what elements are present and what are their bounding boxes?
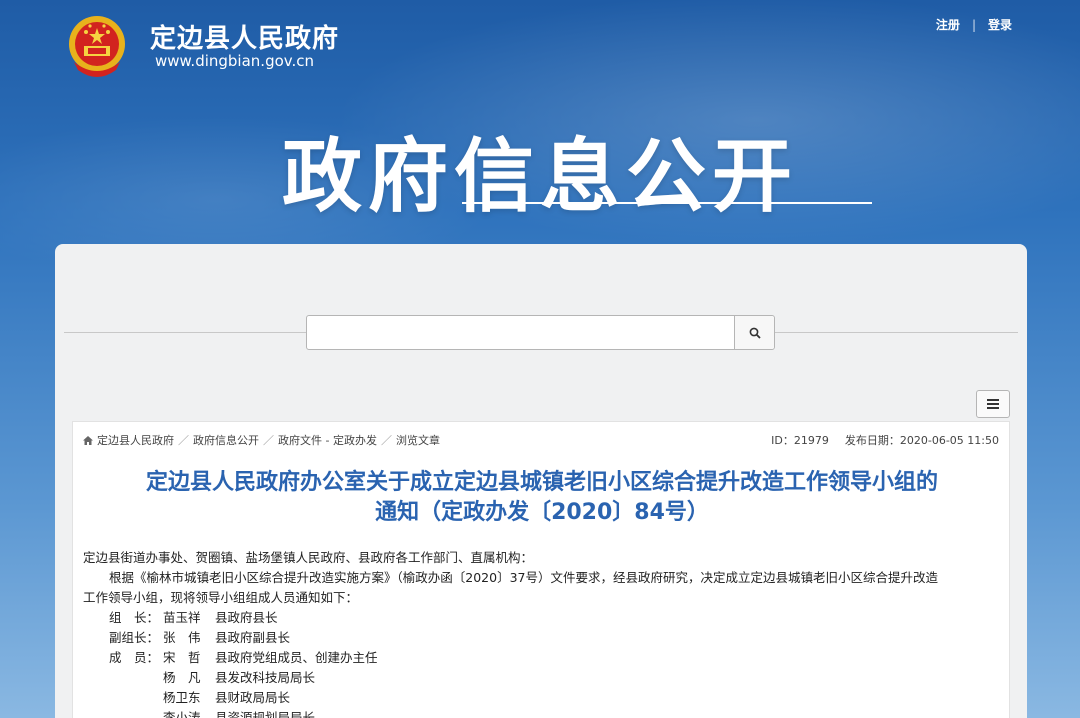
article-body: 定边县街道办事处、贺圈镇、盐场堡镇人民政府、县政府各工作部门、直属机构： 根据《… — [83, 548, 1003, 718]
member-title: 县政府副县长 — [215, 630, 291, 645]
article-id: ID：21979 — [771, 434, 829, 447]
breadcrumb-item-docs[interactable]: 政府文件 - 定政办发 — [278, 432, 377, 448]
member-name: 张 伟 — [163, 630, 201, 645]
member-title: 县发改科技局局长 — [215, 670, 316, 685]
breadcrumb-item-home[interactable]: 定边县人民政府 — [97, 432, 174, 448]
banner-underline — [462, 202, 872, 204]
member-name: 杨卫东 — [163, 690, 201, 705]
breadcrumb-item-info[interactable]: 政府信息公开 — [193, 432, 259, 448]
member-role — [83, 688, 163, 708]
member-role — [83, 708, 163, 718]
menu-button[interactable] — [976, 390, 1010, 418]
home-icon — [83, 435, 93, 445]
register-link[interactable]: 注册 — [936, 16, 960, 33]
member-row: 杨卫东 县财政局局长 — [83, 688, 1003, 708]
content-panel: 定边县人民政府 ／ 政府信息公开 ／ 政府文件 - 定政办发 ／ 浏览文章 ID… — [55, 244, 1027, 718]
auth-separator: | — [971, 17, 976, 32]
site-name[interactable]: 定边县人民政府 — [150, 18, 339, 55]
site-header: 定边县人民政府 www.dingbian.gov.cn 注册 | 登录 政府信息… — [0, 0, 1080, 240]
member-row: 李小涛 县资源规划局局长 — [83, 708, 1003, 718]
article-title-line1: 定边县人民政府办公室关于成立定边县城镇老旧小区综合提升改造工作领导小组的 — [145, 470, 938, 495]
breadcrumb: 定边县人民政府 ／ 政府信息公开 ／ 政府文件 - 定政办发 ／ 浏览文章 — [83, 432, 440, 448]
member-role: 组 长： — [109, 610, 160, 625]
member-name: 宋 哲 — [163, 650, 201, 665]
article-meta: ID：21979 发布日期：2020-06-05 11:50 — [771, 432, 999, 448]
search-icon — [749, 327, 761, 339]
publish-date: 发布日期：2020-06-05 11:50 — [844, 434, 999, 447]
member-title: 县财政局局长 — [215, 690, 291, 705]
breadcrumb-separator: ／ — [263, 434, 274, 447]
breadcrumb-item-current: 浏览文章 — [395, 434, 440, 447]
login-link[interactable]: 登录 — [988, 16, 1012, 33]
addressee: 定边县街道办事处、贺圈镇、盐场堡镇人民政府、县政府各工作部门、直属机构： — [83, 550, 534, 565]
search-button[interactable] — [734, 316, 774, 349]
member-row: 杨 凡 县发改科技局局长 — [83, 668, 1003, 688]
member-title: 县政府党组成员、创建办主任 — [215, 650, 378, 665]
auth-links: 注册 | 登录 — [936, 16, 1012, 33]
article-title-line2: 通知（定政办发〔2020〕84号） — [375, 500, 709, 525]
member-role — [83, 668, 163, 688]
article-container: 定边县人民政府 ／ 政府信息公开 ／ 政府文件 - 定政办发 ／ 浏览文章 ID… — [72, 421, 1010, 718]
member-name: 苗玉祥 — [163, 610, 201, 625]
search-bar — [306, 315, 775, 350]
paragraph: 根据《榆林市城镇老旧小区综合提升改造实施方案》（榆政办函〔2020〕37号）文件… — [109, 570, 938, 585]
breadcrumb-separator: ／ — [380, 434, 392, 447]
site-url: www.dingbian.gov.cn — [155, 52, 315, 70]
national-emblem-icon[interactable] — [66, 14, 128, 78]
paragraph-continued: 工作领导小组，现将领导小组组成人员通知如下： — [83, 590, 359, 605]
member-role: 成 员： — [109, 650, 160, 665]
article-title: 定边县人民政府办公室关于成立定边县城镇老旧小区综合提升改造工作领导小组的 通知（… — [73, 468, 1011, 528]
search-input[interactable] — [307, 316, 734, 349]
breadcrumb-separator: ／ — [178, 434, 189, 447]
member-name: 李小涛 — [163, 710, 201, 718]
member-row: 成 员： 宋 哲 县政府党组成员、创建办主任 — [83, 648, 1003, 668]
page-banner-title: 政府信息公开 — [282, 130, 798, 223]
member-role: 副组长： — [109, 630, 160, 645]
menu-icon — [987, 399, 999, 409]
member-name: 杨 凡 — [163, 670, 201, 685]
member-row: 组 长： 苗玉祥 县政府县长 — [83, 608, 1003, 628]
member-row: 副组长： 张 伟 县政府副县长 — [83, 628, 1003, 648]
member-title: 县政府县长 — [215, 610, 278, 625]
member-title: 县资源规划局局长 — [215, 710, 316, 718]
